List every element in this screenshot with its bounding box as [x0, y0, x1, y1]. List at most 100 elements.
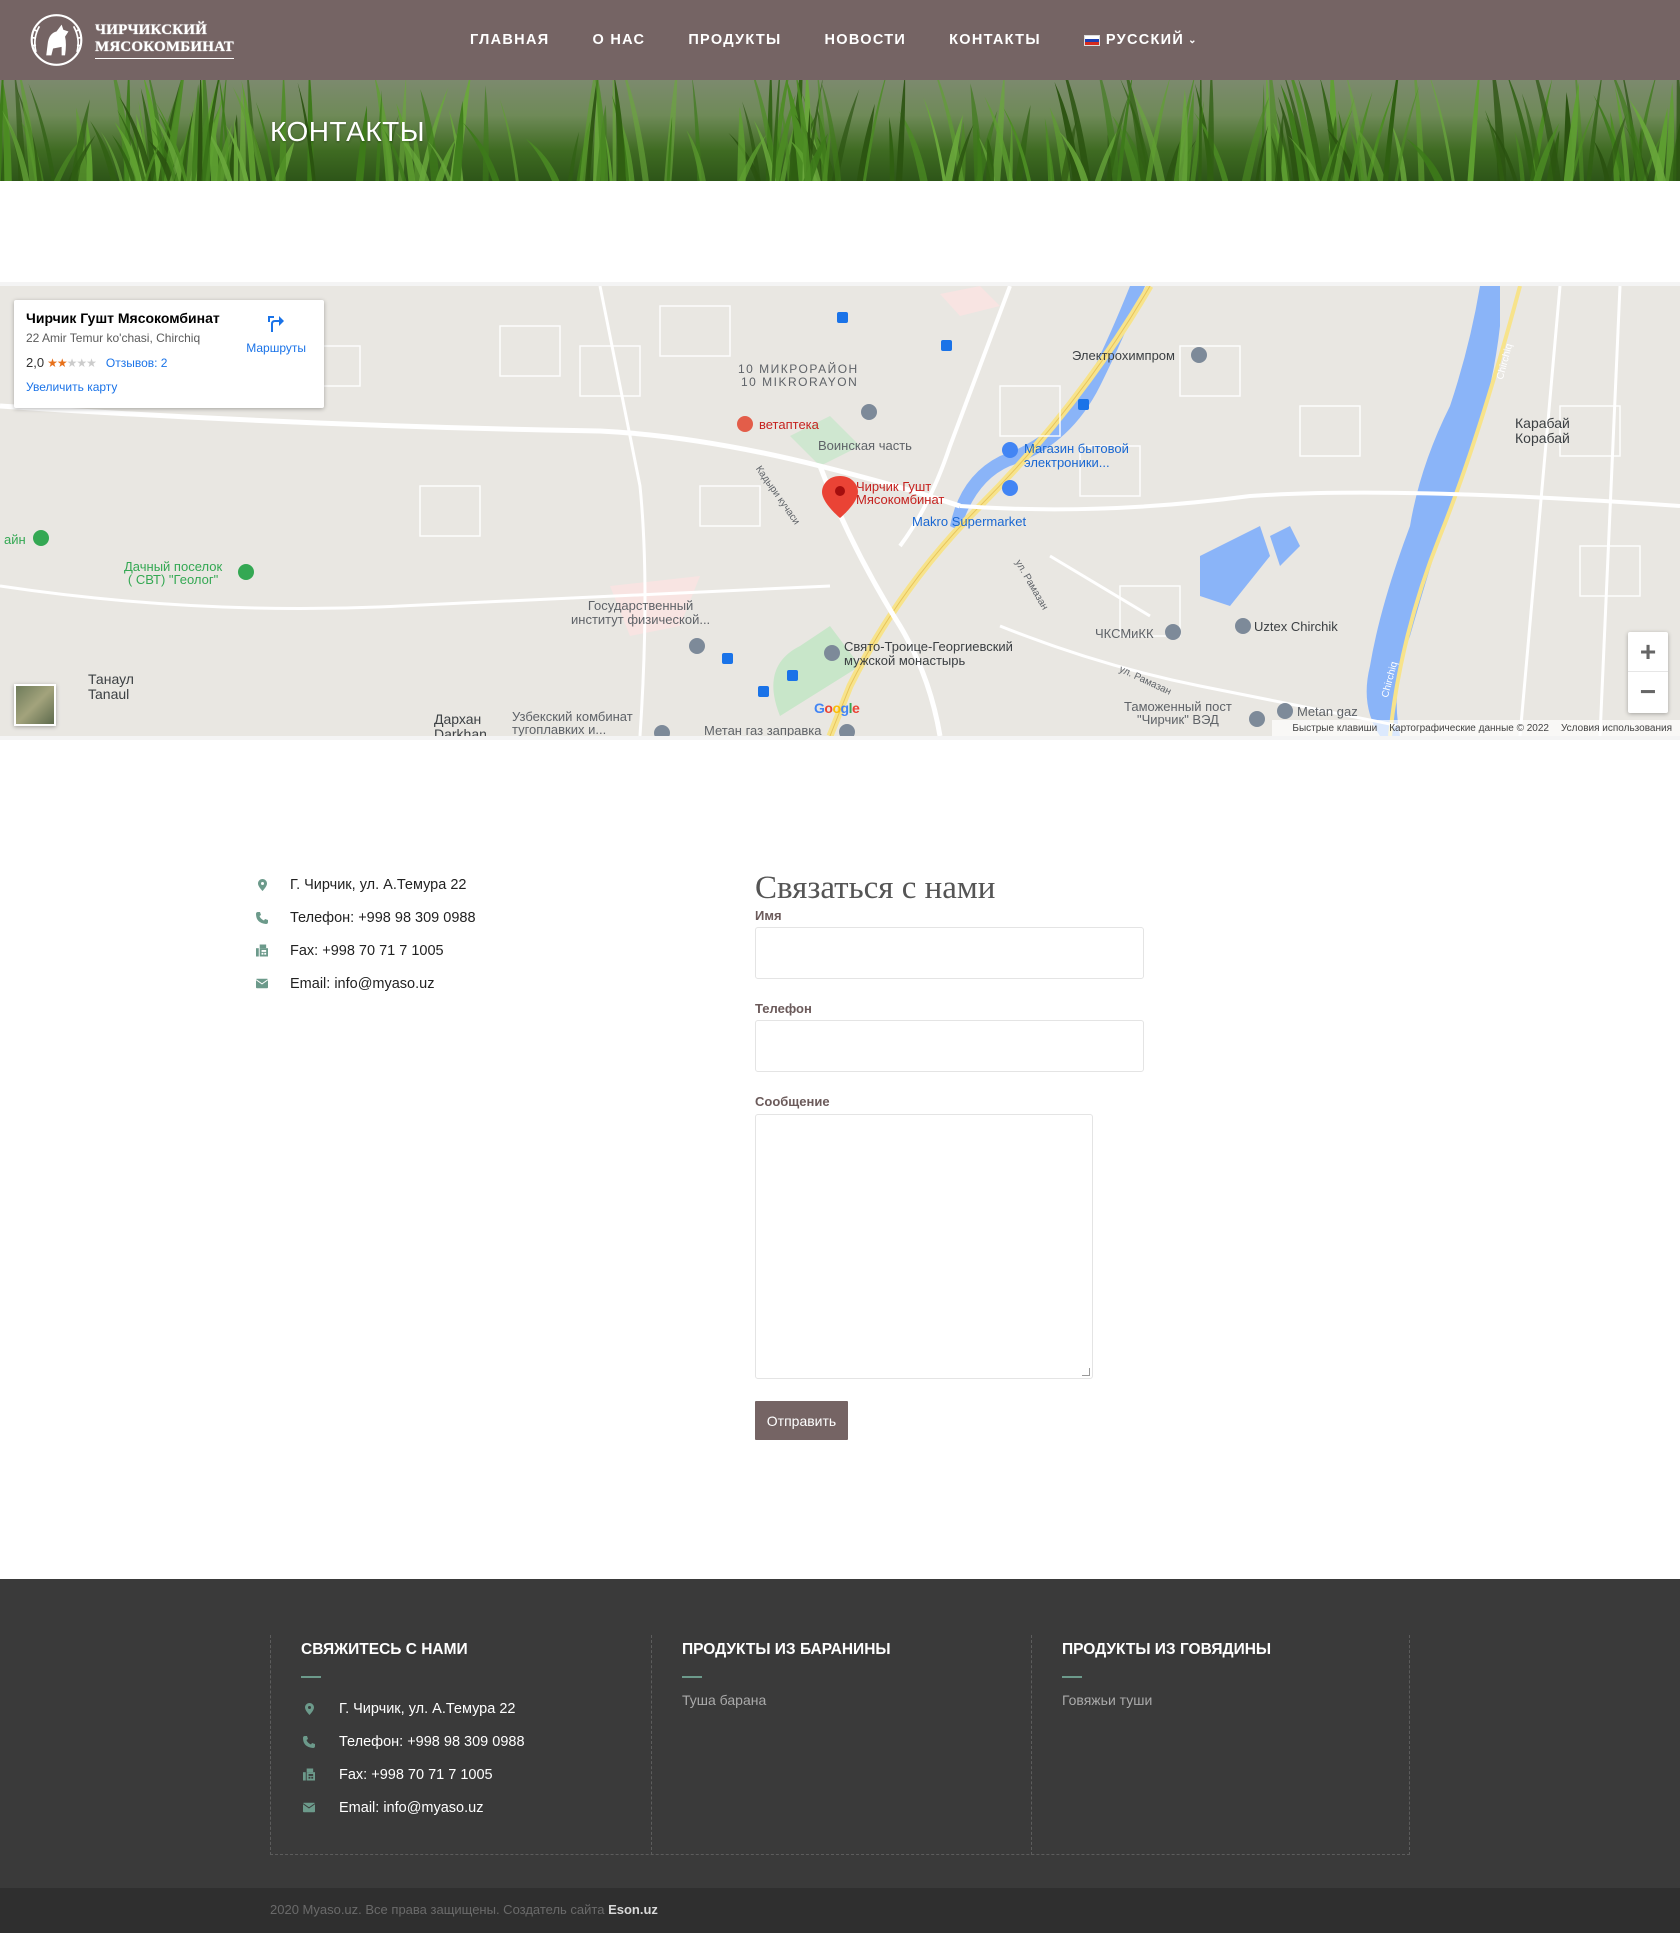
google-map[interactable]: 10 МИКРОРАЙОН 10 MIKRORAYON ветаптека Во… — [0, 282, 1680, 740]
map-label-chsmikk[interactable]: ЧКСМиКК — [1095, 626, 1154, 641]
zoom-control: + − — [1628, 632, 1668, 713]
monastery-line1: Свято-Троице-Георгиевский — [844, 639, 1013, 654]
map-marker-icon — [303, 1702, 315, 1716]
map-label-metan[interactable]: Метан газ заправка — [704, 723, 822, 736]
phone-icon — [303, 1735, 315, 1749]
fax-text: Fax: +998 70 71 7 1005 — [290, 942, 444, 959]
contact-address: Г. Чирчик, ул. А.Темура 22 — [256, 868, 476, 901]
contact-info: Г. Чирчик, ул. А.Темура 22 Телефон: +998… — [256, 868, 476, 1000]
map-attribution: Быстрые клавиши Картографические данные … — [1272, 720, 1680, 736]
footer-email-text[interactable]: Email: info@myaso.uz — [339, 1800, 483, 1816]
footer-divider — [682, 1676, 702, 1678]
karabay-line1: Карабай — [1515, 415, 1570, 431]
site-logo[interactable]: Чирчикский Мясокомбинат — [24, 8, 234, 72]
footer-lamb-title: ПРОДУКТЫ ИЗ БАРАНИНЫ — [682, 1641, 891, 1658]
tanaul-line1: Танаул — [88, 671, 134, 687]
fax-icon — [256, 944, 268, 958]
footer-lamb-link[interactable]: Туша барана — [682, 1692, 1031, 1708]
footer-address: Г. Чирчик, ул. А.Темура 22 — [301, 1692, 651, 1725]
inst-line1: Государственный — [587, 598, 694, 613]
copyright-label: 2020 Myaso.uz. Все права защищены. Созда… — [270, 1902, 609, 1917]
darhan-line2: Darkhan — [434, 726, 487, 740]
copyright-text: 2020 Myaso.uz. Все права защищены. Созда… — [270, 1902, 658, 1917]
logo-emblem-icon — [30, 14, 83, 66]
map-label-makro[interactable]: Makro Supermarket — [912, 514, 1026, 529]
place-card: Чирчик Гушт Мясокомбинат 22 Amir Temur k… — [14, 300, 324, 408]
terms-link[interactable]: Условия использования — [1561, 723, 1672, 734]
email-text[interactable]: Email: info@myaso.uz — [290, 976, 434, 992]
fax-icon — [303, 1768, 315, 1782]
footer-contacts-title: СВЯЖИТЕСЬ С НАМИ — [301, 1641, 468, 1658]
footer-fax: Fax: +998 70 71 7 1005 — [301, 1758, 651, 1791]
phone-input[interactable] — [755, 1020, 1144, 1072]
map-label-uztex[interactable]: Uztex Chirchik — [1254, 619, 1338, 634]
russian-flag-icon — [1083, 34, 1100, 46]
footer-beef-link[interactable]: Говяжьи туши — [1062, 1692, 1409, 1708]
rating-value: 2,0 — [26, 355, 45, 370]
zoom-out-button[interactable]: − — [1628, 672, 1668, 712]
phone-text: Телефон: +998 98 309 0988 — [290, 909, 476, 926]
message-textarea[interactable] — [755, 1114, 1093, 1379]
page-banner: КОНТАКТЫ — [0, 80, 1680, 181]
karabay-line2: Корабай — [1515, 430, 1570, 446]
footer-address-text: Г. Чирчик, ул. А.Темура 22 — [339, 1700, 516, 1717]
nav-home[interactable]: ГЛАВНАЯ — [470, 32, 549, 48]
footer-fax-text: Fax: +998 70 71 7 1005 — [339, 1766, 493, 1783]
map-label-military[interactable]: Воинская часть — [818, 438, 912, 453]
contact-email: Email: info@myaso.uz — [256, 967, 476, 1000]
map-label-store[interactable]: Магазин бытовой электроники... — [1024, 442, 1129, 470]
customs-line2: "Чирчик" ВЭД — [1137, 712, 1219, 727]
site-header: Чирчикский Мясокомбинат ГЛАВНАЯ О НАС ПР… — [0, 0, 1680, 80]
main-nav: ГЛАВНАЯ О НАС ПРОДУКТЫ НОВОСТИ КОНТАКТЫ … — [470, 0, 1241, 80]
footer-col-lamb: ПРОДУКТЫ ИЗ БАРАНИНЫ Туша барана — [651, 1635, 1031, 1855]
reviews-link[interactable]: Отзывов: 2 — [106, 356, 168, 370]
creator-link[interactable]: Eson.uz — [608, 1902, 658, 1917]
monastery-line2: мужской монастырь — [844, 653, 966, 668]
routes-button[interactable]: Маршруты — [246, 312, 306, 355]
name-input[interactable] — [755, 927, 1144, 979]
envelope-icon — [256, 977, 268, 991]
zoom-in-button[interactable]: + — [1628, 632, 1668, 672]
nav-products[interactable]: ПРОДУКТЫ — [688, 32, 781, 48]
submit-button[interactable]: Отправить — [755, 1401, 848, 1440]
contact-form: Связаться с нами Имя Телефон Сообщение О… — [755, 870, 1145, 1440]
nav-news[interactable]: НОВОСТИ — [825, 32, 907, 48]
phone-icon — [256, 911, 268, 925]
map-label-marker[interactable]: Чирчик Гушт Мясокомбинат — [856, 480, 944, 506]
footer-col-beef: ПРОДУКТЫ ИЗ ГОВЯДИНЫ Говяжьи туши — [1031, 1635, 1410, 1855]
map-label-kombinat[interactable]: Узбекский комбинат тугоплавких и... — [512, 710, 633, 736]
map-label-customs[interactable]: Таможенный пост "Чирчик" ВЭД — [1124, 700, 1232, 726]
page-title: КОНТАКТЫ — [270, 116, 426, 147]
name-label: Имя — [755, 908, 782, 923]
store-line2: электроники... — [1024, 455, 1110, 470]
map-label-metan-gaz[interactable]: Metan gaz — [1297, 704, 1358, 719]
nav-contacts[interactable]: КОНТАКТЫ — [949, 32, 1041, 48]
map-label-monastery[interactable]: Свято-Троице-Георгиевский мужской монаст… — [844, 640, 1013, 668]
google-logo: Google — [814, 700, 860, 716]
contact-phone: Телефон: +998 98 309 0988 — [256, 901, 476, 934]
map-label-institute[interactable]: Государственный институт физической... — [571, 599, 710, 627]
keyboard-shortcuts-link[interactable]: Быстрые клавиши — [1292, 723, 1377, 734]
nav-about[interactable]: О НАС — [592, 32, 645, 48]
contact-fax: Fax: +998 70 71 7 1005 — [256, 934, 476, 967]
darhan-line1: Дархан — [434, 711, 482, 727]
map-label-electro[interactable]: Электрохимпром — [1072, 348, 1175, 363]
map-label-karabay: Карабай Корабай — [1515, 416, 1570, 446]
rating-stars-icon: ★★★★★ — [47, 355, 97, 370]
envelope-icon — [303, 1801, 315, 1815]
map-label-tanaul: Танаул Tanaul — [88, 672, 134, 702]
grass-background — [0, 80, 1680, 181]
enlarge-map-link[interactable]: Увеличить карту — [26, 380, 312, 394]
footer-col-contacts: СВЯЖИТЕСЬ С НАМИ Г. Чирчик, ул. А.Темура… — [270, 1635, 651, 1855]
kombinat-line2: тугоплавких и... — [512, 722, 607, 737]
chevron-down-icon: ⌄ — [1188, 34, 1198, 46]
map-label-district: 10 МИКРОРАЙОН — [738, 362, 859, 376]
footer-email: Email: info@myaso.uz — [301, 1791, 651, 1824]
footer-divider — [1062, 1676, 1082, 1678]
satellite-toggle-button[interactable] — [14, 684, 56, 726]
map-label-dacha[interactable]: Дачный поселок ( СВТ) "Геолог" — [124, 560, 222, 586]
language-selector[interactable]: РУССКИЙ ⌄ — [1083, 32, 1198, 48]
place-rating: 2,0 ★★★★★ Отзывов: 2 — [26, 355, 312, 370]
map-label-vet[interactable]: ветаптека — [759, 417, 819, 432]
inst-line2: институт физической... — [571, 612, 711, 627]
